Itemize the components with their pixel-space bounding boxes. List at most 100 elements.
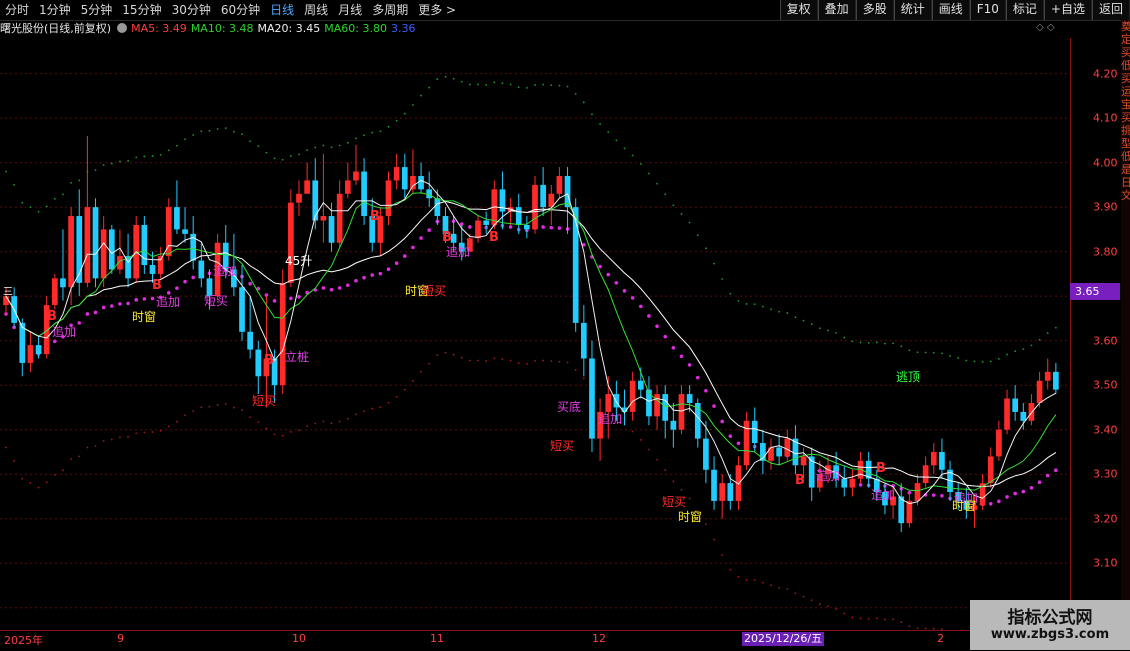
lower-band-dot	[306, 425, 308, 427]
watermark-title: 指标公式网	[970, 603, 1130, 628]
support-dot	[346, 283, 350, 287]
kline-chart-svg[interactable]	[0, 38, 1070, 630]
signal-taoding: 逃顶	[896, 370, 920, 384]
signal-zhuijia: 追加	[213, 264, 237, 278]
upper-band-dot	[363, 134, 365, 136]
candle-body	[687, 394, 693, 403]
support-dot	[655, 324, 659, 328]
upper-band-dot	[990, 360, 992, 362]
support-dot	[680, 354, 684, 358]
lower-band-dot	[436, 354, 438, 356]
upper-band-dot	[1039, 339, 1041, 341]
lower-band-dot	[404, 389, 406, 391]
toolbar-button[interactable]: F10	[970, 0, 1006, 20]
period-tab[interactable]: 月线	[333, 0, 367, 20]
support-dot	[191, 276, 195, 280]
upper-band-dot	[306, 149, 308, 151]
lower-band-dot	[827, 606, 829, 608]
lower-band-dot	[738, 576, 740, 578]
price-tick-label: 4.20	[1093, 67, 1118, 80]
upper-band-dot	[868, 342, 870, 344]
extra-indicator-value: 3.36	[391, 22, 416, 35]
period-tab[interactable]: 日线	[265, 0, 299, 20]
toolbar-button[interactable]: +自选	[1044, 0, 1092, 20]
upper-band-dot	[209, 130, 211, 132]
upper-band-dot	[917, 351, 919, 353]
upper-band-dot	[21, 202, 23, 204]
toolbar-button[interactable]: 标记	[1006, 0, 1044, 20]
upper-band-dot	[135, 156, 137, 158]
upper-band-dot	[428, 87, 430, 89]
toolbar-button[interactable]: 统计	[894, 0, 932, 20]
lower-band-dot	[705, 523, 707, 525]
period-tab[interactable]: 30分钟	[167, 0, 216, 20]
support-dot	[94, 311, 98, 315]
price-tick-label: 3.20	[1093, 512, 1118, 525]
candle-body	[304, 180, 310, 193]
period-tab[interactable]: 60分钟	[216, 0, 265, 20]
upper-band-dot	[860, 342, 862, 344]
period-tab[interactable]: 周线	[299, 0, 333, 20]
kline-chart[interactable]: B 追加 时窗 B 追加 短买 追加 B 短买 立桩 45升 B B 追加 时窗…	[0, 38, 1071, 630]
upper-band-dot	[160, 154, 162, 156]
upper-band-dot	[729, 293, 731, 295]
upper-band-dot	[355, 137, 357, 139]
period-tab[interactable]: 分时	[0, 0, 34, 20]
upper-band-dot	[640, 163, 642, 165]
lower-band-dot	[770, 584, 772, 586]
toolbar-button[interactable]: 画线	[932, 0, 970, 20]
upper-band-dot	[168, 149, 170, 151]
upper-band-dot	[705, 247, 707, 249]
upper-band-dot	[274, 158, 276, 160]
lower-band-dot	[298, 429, 300, 431]
upper-band-dot	[713, 263, 715, 265]
lower-band-dot	[168, 425, 170, 427]
settings-icon[interactable]	[117, 23, 127, 33]
upper-band-dot	[282, 159, 284, 161]
lower-band-dot	[266, 428, 268, 430]
date-tick-label: 2	[937, 632, 944, 645]
upper-band-dot	[770, 308, 772, 310]
upper-band-dot	[583, 101, 585, 103]
lower-band-dot	[379, 406, 381, 408]
period-tab[interactable]: 1分钟	[34, 0, 76, 20]
support-dot	[151, 297, 155, 301]
price-tick-label: 3.80	[1093, 245, 1118, 258]
candle-body	[573, 207, 579, 323]
lower-band-dot	[542, 360, 544, 362]
lower-band-dot	[54, 474, 56, 476]
support-dot	[134, 298, 138, 302]
toolbar-button[interactable]: 叠加	[818, 0, 856, 20]
candle-body	[52, 278, 58, 305]
candle-body	[752, 421, 758, 443]
candle-body	[321, 216, 327, 220]
candle-body	[361, 172, 367, 217]
period-tab[interactable]: 5分钟	[76, 0, 118, 20]
support-dot	[77, 321, 81, 325]
upper-band-dot	[567, 86, 569, 88]
candle-body	[776, 448, 782, 457]
lower-band-dot	[217, 404, 219, 406]
toolbar-button[interactable]: 多股	[856, 0, 894, 20]
lower-band-dot	[388, 402, 390, 404]
upper-band-dot	[559, 85, 561, 87]
toolbar-button[interactable]: 复权	[780, 0, 818, 20]
candle-body	[239, 287, 245, 332]
upper-band-dot	[388, 126, 390, 128]
support-dot	[639, 305, 643, 309]
upper-band-dot	[1014, 350, 1016, 352]
upper-band-dot	[1022, 348, 1024, 350]
upper-band-dot	[957, 357, 959, 359]
period-tab[interactable]: 多周期	[367, 0, 413, 20]
toolbar-button[interactable]: 返回	[1092, 0, 1130, 20]
lower-band-dot	[119, 437, 121, 439]
lower-band-dot	[46, 481, 48, 483]
candle-body	[329, 216, 335, 243]
upper-band-dot	[323, 145, 325, 147]
period-tab[interactable]: 更多 >	[413, 0, 461, 20]
lower-band-dot	[917, 627, 919, 629]
expand-diamond-icons[interactable]: ◇ ◇	[1036, 22, 1055, 33]
period-tab[interactable]: 15分钟	[117, 0, 166, 20]
candle-body	[255, 350, 261, 377]
upper-band-dot	[54, 198, 56, 200]
